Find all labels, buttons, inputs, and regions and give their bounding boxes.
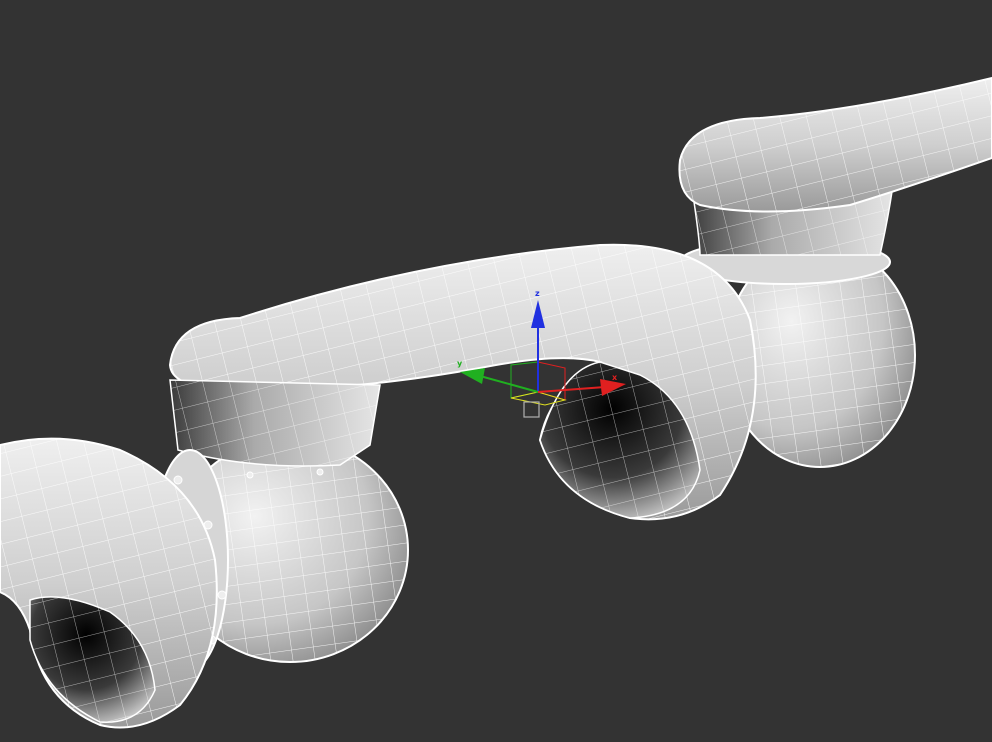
gizmo-z-label: z bbox=[535, 289, 540, 298]
gizmo-x-label: x bbox=[612, 373, 618, 382]
mesh-tube-top-right[interactable] bbox=[678, 76, 992, 213]
3d-viewport[interactable]: z y x bbox=[0, 0, 992, 742]
gizmo-y-label: y bbox=[457, 359, 463, 368]
scene-canvas[interactable]: z y x bbox=[0, 0, 992, 742]
gizmo-y-axis[interactable] bbox=[479, 375, 539, 393]
pivot-box-icon[interactable] bbox=[523, 401, 540, 418]
